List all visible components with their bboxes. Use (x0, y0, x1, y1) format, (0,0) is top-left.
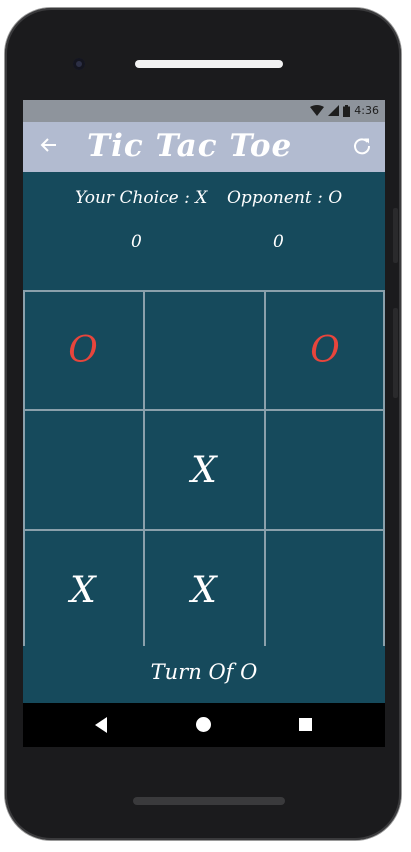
app-bar: Tic Tac Toe (23, 122, 385, 172)
app-screen: 4:36 Tic Tac Toe Your Choice : X Opponen… (23, 100, 385, 747)
volume-button (393, 208, 398, 263)
earpiece-speaker (135, 60, 283, 68)
status-icons: 4:36 (310, 104, 379, 117)
board-cell-9[interactable] (265, 531, 385, 649)
front-camera (73, 58, 85, 70)
board-cell-6[interactable] (265, 411, 385, 529)
signal-icon (328, 105, 340, 116)
status-time: 4:36 (354, 104, 379, 117)
board-cell-7[interactable]: X (23, 531, 143, 649)
board-cell-5[interactable]: X (144, 411, 264, 529)
nav-recent-icon[interactable] (299, 718, 312, 731)
arrow-left-icon[interactable] (37, 133, 61, 157)
board-cell-4[interactable] (23, 411, 143, 529)
opponent-label: Opponent : O (227, 188, 343, 208)
nav-home-icon[interactable] (196, 717, 211, 732)
your-choice-label: Your Choice : X (75, 188, 208, 208)
wifi-icon (310, 105, 325, 116)
your-score: 0 (131, 232, 142, 252)
refresh-icon[interactable] (351, 135, 373, 157)
power-button (393, 308, 398, 398)
nav-back-icon[interactable] (95, 717, 107, 733)
bottom-speaker (133, 797, 285, 805)
game-board: O O X X X (23, 290, 385, 646)
turn-indicator: Turn Of O (150, 660, 258, 684)
opponent-score: 0 (273, 232, 284, 252)
app-title: Tic Tac Toe (87, 128, 293, 164)
status-bar: 4:36 (23, 100, 385, 122)
board-cell-3[interactable]: O (265, 291, 385, 409)
board-cell-2[interactable] (144, 291, 264, 409)
navigation-bar (23, 703, 385, 747)
board-cell-8[interactable]: X (144, 531, 264, 649)
battery-icon (343, 104, 351, 117)
board-cell-1[interactable]: O (23, 291, 143, 409)
